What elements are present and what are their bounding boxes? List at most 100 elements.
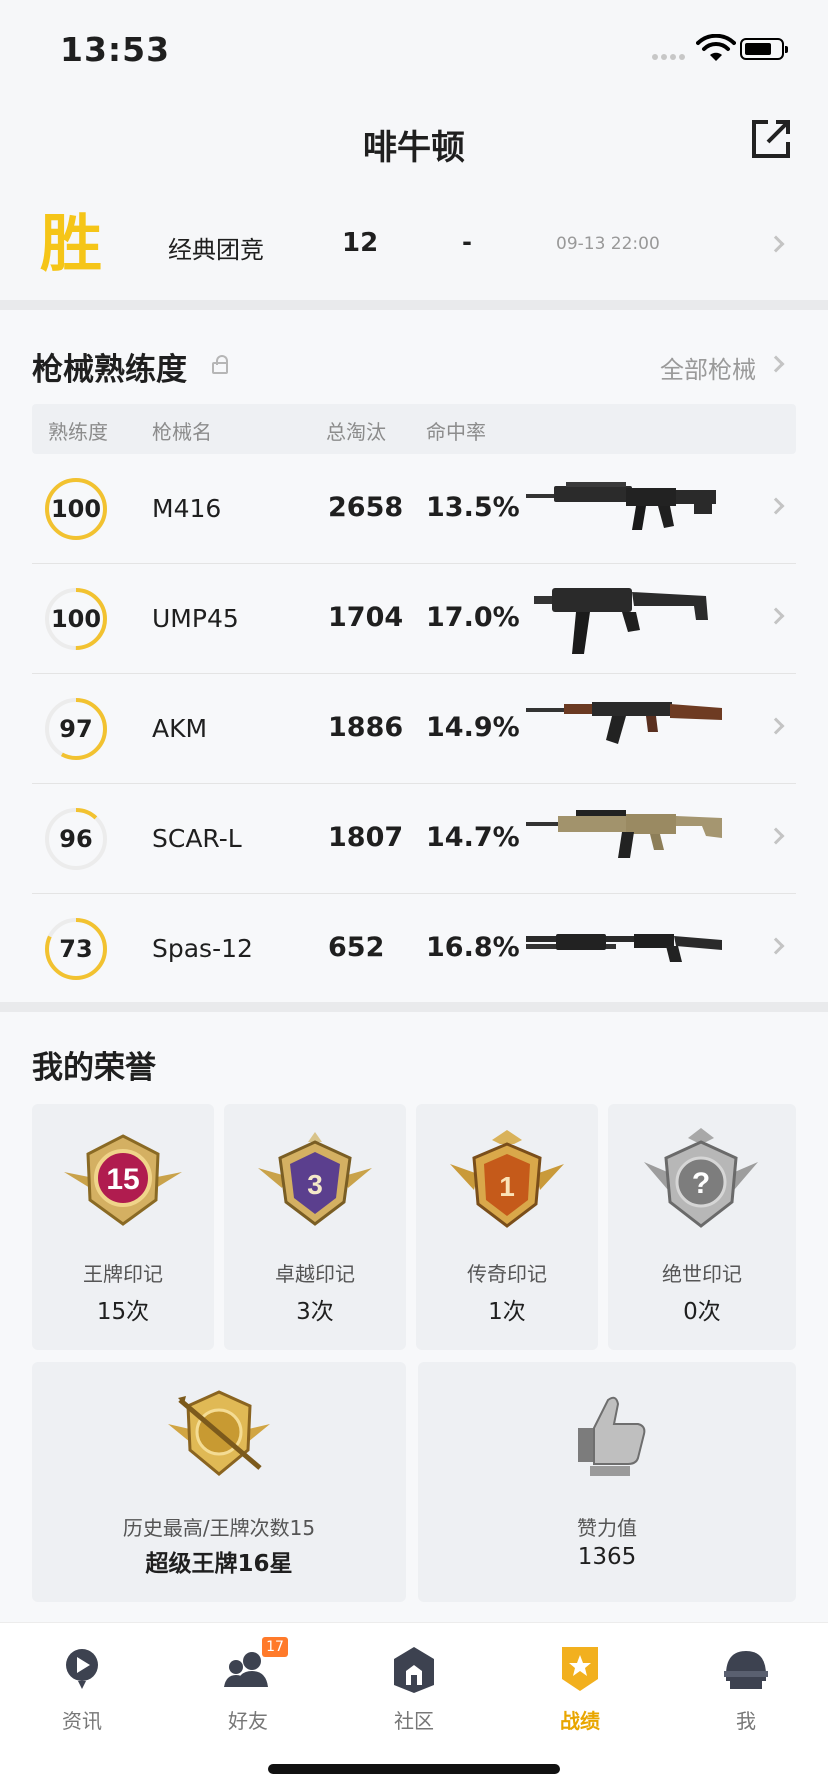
highest-rank-label: 历史最高/王牌次数15 — [122, 1516, 316, 1540]
weapon-row[interactable]: 100 UMP45 1704 17.0% — [32, 564, 796, 674]
honor-card[interactable]: 15 王牌印记 15次 — [32, 1104, 214, 1350]
share-icon[interactable] — [748, 116, 794, 162]
helmet-icon — [724, 1651, 768, 1689]
honor-count: 1次 — [488, 1299, 526, 1325]
section-gap — [0, 1002, 828, 1012]
elite-badge-icon: 3 — [258, 1132, 372, 1226]
page-title: 啡牛顿 — [363, 128, 465, 168]
honor-count: 0次 — [683, 1299, 721, 1325]
svg-text:?: ? — [692, 1167, 710, 1200]
news-icon — [66, 1649, 98, 1689]
weapon-hit-rate: 14.7% — [426, 822, 520, 853]
proficiency-level: 96 — [59, 825, 93, 853]
honor-card[interactable]: ? 绝世印记 0次 — [608, 1104, 796, 1350]
honor-name: 卓越印记 — [275, 1262, 355, 1286]
tab-label: 我 — [736, 1709, 756, 1733]
weapon-hit-rate: 14.9% — [426, 712, 520, 743]
tab-label: 战绩 — [560, 1709, 600, 1733]
proficiency-level: 100 — [50, 495, 102, 523]
weapon-name: AKM — [152, 714, 208, 743]
honor-card[interactable]: 3 卓越印记 3次 — [224, 1104, 406, 1350]
chevron-right-icon — [767, 497, 785, 515]
weapon-row[interactable]: 96 SCAR-L 1807 14.7% — [32, 784, 796, 894]
chevron-right-icon — [767, 827, 785, 845]
scar-l-rifle-icon — [526, 810, 722, 858]
match-mode: 经典团竞 — [168, 236, 264, 264]
match-rank: - — [462, 228, 472, 256]
col-kills: 总淘汰 — [326, 420, 386, 444]
col-level: 熟练度 — [48, 420, 108, 444]
honor-count: 3次 — [296, 1299, 334, 1325]
honor-card[interactable]: 1 传奇印记 1次 — [416, 1104, 598, 1350]
cellular-signal-icon — [652, 50, 690, 62]
highest-rank-value: 超级王牌16星 — [145, 1551, 293, 1577]
weapons-section-title: 枪械熟练度 — [32, 352, 187, 388]
col-hit-rate: 命中率 — [426, 420, 486, 444]
all-weapons-link[interactable]: 全部枪械 — [660, 350, 756, 385]
weapon-name: UMP45 — [152, 604, 239, 633]
page-header: 啡牛顿 — [0, 96, 828, 188]
match-result: 胜 — [40, 207, 103, 280]
match-kills: 12 — [342, 228, 379, 258]
chevron-right-icon[interactable] — [767, 355, 785, 373]
proficiency-level: 97 — [59, 715, 93, 743]
proficiency-level: 100 — [50, 605, 102, 633]
honors-section: 我的荣誉 15 王牌印记 15次 3 卓越印记 3次 1 传奇印记 1次 ? 绝… — [0, 1012, 828, 1622]
wifi-icon — [696, 34, 736, 61]
section-gap — [0, 300, 828, 310]
ump45-smg-icon — [534, 588, 708, 654]
weapon-kills: 1807 — [328, 822, 404, 853]
svg-text:15: 15 — [106, 1163, 139, 1196]
highest-rank-card[interactable]: 历史最高/王牌次数15 超级王牌16星 — [32, 1362, 406, 1602]
honor-name: 传奇印记 — [467, 1262, 547, 1286]
chevron-right-icon — [767, 937, 785, 955]
legend-badge-icon: 1 — [450, 1130, 564, 1228]
thumbs-up-trophy-icon — [578, 1396, 646, 1476]
status-bar: 13:53 — [0, 0, 828, 96]
weapon-proficiency-section: 枪械熟练度 全部枪械 熟练度 枪械名 总淘汰 命中率 100 M416 2658… — [0, 310, 828, 1002]
weapon-row[interactable]: 97 AKM 1886 14.9% — [32, 674, 796, 784]
tab-record[interactable]: 战绩 — [520, 1645, 640, 1745]
weapon-name: SCAR-L — [152, 824, 242, 853]
weapon-name: Spas-12 — [152, 934, 253, 963]
latest-match-row[interactable]: 胜 经典团竞 12 - 09-13 22:00 — [0, 188, 828, 300]
friends-notification-badge: 17 — [262, 1637, 288, 1657]
spas12-shotgun-icon — [526, 934, 722, 962]
weapon-kills: 1886 — [328, 712, 404, 743]
ace-badge-icon: 15 — [64, 1134, 182, 1226]
likes-label: 赞力值 — [577, 1516, 637, 1540]
tab-friends[interactable]: 好友 — [188, 1645, 308, 1745]
chevron-right-icon — [767, 717, 785, 735]
ace-crown-badge-icon — [168, 1390, 270, 1476]
chevron-right-icon — [767, 607, 785, 625]
honor-count: 15次 — [96, 1299, 150, 1325]
akm-rifle-icon — [526, 702, 722, 744]
supreme-badge-icon: ? — [644, 1128, 758, 1228]
honor-name: 绝世印记 — [662, 1262, 742, 1286]
tab-news[interactable]: 资讯 — [22, 1645, 142, 1745]
lock-icon — [212, 355, 228, 374]
m416-rifle-icon — [526, 482, 716, 530]
status-time: 13:53 — [60, 30, 171, 69]
tab-label: 资讯 — [62, 1709, 102, 1733]
tab-community[interactable]: 社区 — [354, 1645, 474, 1745]
likes-value: 1365 — [577, 1544, 637, 1570]
tab-me[interactable]: 我 — [686, 1645, 806, 1745]
weapon-name: M416 — [152, 494, 222, 523]
tab-label: 好友 — [228, 1709, 268, 1733]
weapon-kills: 2658 — [328, 492, 404, 523]
likes-card[interactable]: 赞力值 1365 — [418, 1362, 796, 1602]
weapon-row[interactable]: 100 M416 2658 13.5% — [32, 454, 796, 564]
proficiency-level: 73 — [59, 935, 93, 963]
svg-text:3: 3 — [307, 1169, 323, 1200]
record-icon — [562, 1647, 598, 1691]
weapon-hit-rate: 13.5% — [426, 492, 520, 523]
weapon-hit-rate: 16.8% — [426, 932, 520, 963]
svg-text:1: 1 — [499, 1171, 515, 1202]
battery-icon — [740, 38, 788, 60]
honor-name: 王牌印记 — [83, 1262, 163, 1286]
weapon-row[interactable]: 73 Spas-12 652 16.8% — [32, 894, 796, 1004]
honors-section-title: 我的荣誉 — [32, 1050, 156, 1086]
weapon-kills: 1704 — [328, 602, 404, 633]
weapons-table-header: 熟练度 枪械名 总淘汰 命中率 — [32, 404, 796, 454]
